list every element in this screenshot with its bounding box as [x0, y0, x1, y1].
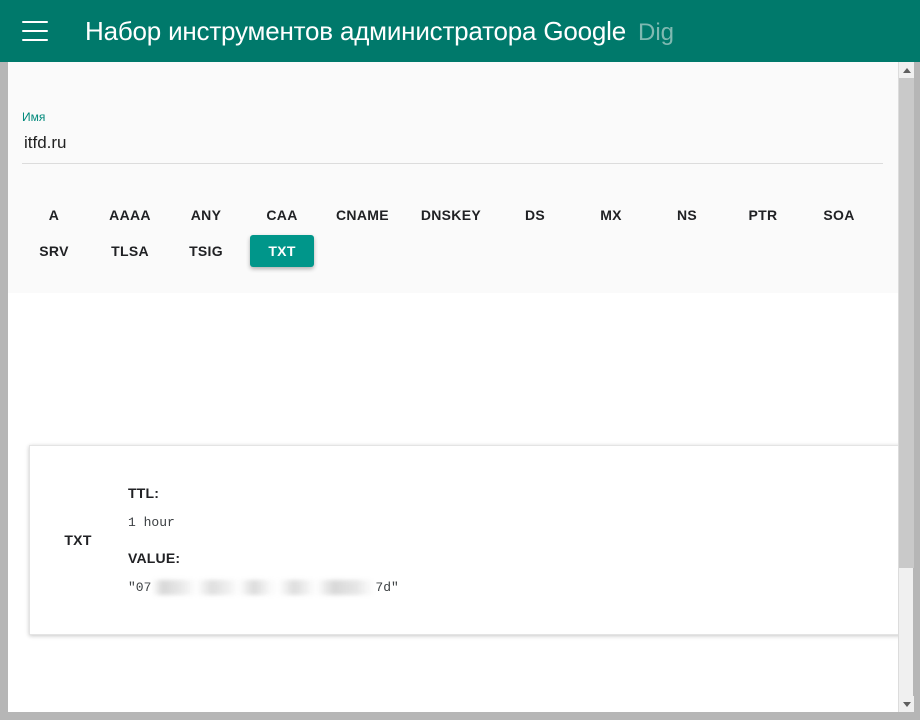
- record-type-button-tsig[interactable]: TSIG: [174, 235, 238, 267]
- txt-value-suffix: 7d": [375, 580, 399, 595]
- name-input[interactable]: [22, 131, 883, 164]
- record-type-buttons: A AAAA ANY CAA CNAME DNSKEY DS MX NS PTR…: [8, 164, 905, 269]
- ttl-key-label: TTL:: [128, 485, 160, 501]
- record-type-button-ns[interactable]: NS: [655, 199, 719, 231]
- chevron-down-icon: [902, 701, 911, 707]
- window-frame-left: [0, 62, 8, 720]
- app-bar: Набор инструментов администратора Google…: [0, 0, 920, 62]
- hamburger-bar-3: [22, 39, 48, 41]
- record-type-button-aaaa[interactable]: AAAA: [98, 199, 162, 231]
- hamburger-menu-icon[interactable]: [22, 21, 48, 41]
- scrollbar-thumb[interactable]: [899, 78, 914, 568]
- browser-window: Набор инструментов администратора Google…: [0, 0, 920, 720]
- hamburger-bar-1: [22, 21, 48, 23]
- scroll-down-button[interactable]: [899, 696, 914, 712]
- window-frame-bottom: [0, 712, 920, 720]
- txt-record-value: "07 7d": [128, 580, 884, 595]
- page-viewport: Имя A AAAA ANY CAA CNAME DNSKEY DS MX NS…: [8, 62, 905, 712]
- dig-results-area: TXT TTL: 1 hour VALUE: "07 7d": [8, 293, 905, 635]
- name-field-block: Имя: [8, 62, 905, 164]
- ttl-value: 1 hour: [128, 515, 175, 530]
- record-type-button-srv[interactable]: SRV: [22, 235, 86, 267]
- record-type-button-mx[interactable]: MX: [579, 199, 643, 231]
- record-type-button-txt[interactable]: TXT: [250, 235, 314, 267]
- vertical-scrollbar[interactable]: [898, 62, 914, 712]
- record-type-row-1: A AAAA ANY CAA CNAME DNSKEY DS MX NS PTR…: [22, 197, 905, 233]
- name-field-label: Имя: [22, 110, 46, 124]
- app-bar-titles: Набор инструментов администратора Google…: [85, 16, 674, 47]
- dig-query-panel: Имя A AAAA ANY CAA CNAME DNSKEY DS MX NS…: [8, 62, 905, 293]
- record-type-button-any[interactable]: ANY: [174, 199, 238, 231]
- window-frame-right: [913, 62, 920, 720]
- chevron-up-icon: [902, 67, 911, 73]
- app-title: Набор инструментов администратора Google: [85, 15, 626, 46]
- txt-value-prefix: "07: [128, 580, 152, 595]
- dns-record-card: TXT TTL: 1 hour VALUE: "07 7d": [29, 445, 905, 635]
- record-type-button-caa[interactable]: CAA: [250, 199, 314, 231]
- txt-value-line: "07 7d": [128, 580, 399, 595]
- record-type-row-2: SRV TLSA TSIG TXT: [22, 233, 905, 269]
- record-type-button-dnskey[interactable]: DNSKEY: [411, 199, 491, 231]
- record-type-button-tlsa[interactable]: TLSA: [98, 235, 162, 267]
- dns-record-details: TTL: 1 hour VALUE: "07 7d": [126, 457, 904, 623]
- value-key-label: VALUE:: [128, 550, 181, 566]
- app-subtitle: Dig: [637, 18, 674, 46]
- hamburger-bar-2: [22, 30, 48, 32]
- record-type-button-ds[interactable]: DS: [503, 199, 567, 231]
- record-type-button-a[interactable]: A: [22, 199, 86, 231]
- record-type-button-ptr[interactable]: PTR: [731, 199, 795, 231]
- redacted-blur-overlay: [152, 580, 375, 595]
- scroll-up-button[interactable]: [899, 62, 914, 78]
- dns-record-type-label: TXT: [64, 532, 92, 548]
- record-type-button-cname[interactable]: CNAME: [326, 199, 399, 231]
- record-type-button-soa[interactable]: SOA: [807, 199, 871, 231]
